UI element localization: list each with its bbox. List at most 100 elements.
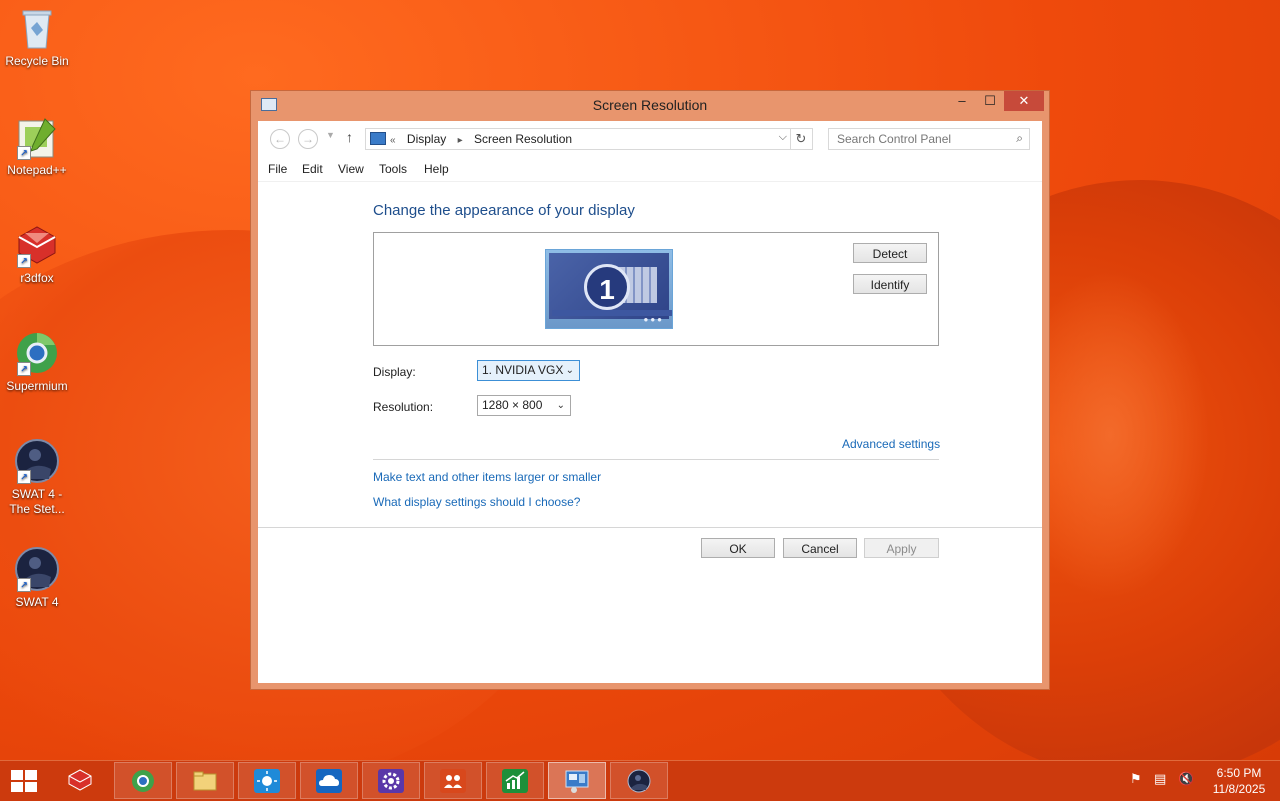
display-settings-help-link[interactable]: What display settings should I choose?	[373, 495, 580, 509]
advanced-settings-link[interactable]: Advanced settings	[842, 437, 940, 451]
supermium-icon: ↗	[15, 331, 59, 376]
taskbar-item-finance[interactable]	[486, 762, 544, 799]
shortcut-arrow-icon: ↗	[17, 362, 31, 376]
address-dropdown-chevron-icon[interactable]: ⌵	[779, 131, 787, 144]
desktop-icon-label: SWAT 4	[15, 595, 59, 609]
search-box[interactable]: ⌕	[828, 128, 1030, 150]
window-client-area: ← → ▼ ↑ « Display ▸ Screen Resolution ⌵ …	[258, 121, 1042, 683]
swat4-icon	[627, 769, 651, 793]
desktop-icon-recycle-bin[interactable]: Recycle Bin	[0, 6, 74, 69]
address-bar[interactable]: « Display ▸ Screen Resolution ⌵	[365, 128, 791, 150]
folder-icon	[193, 771, 217, 791]
finance-chart-icon	[502, 769, 528, 793]
people-icon	[440, 769, 466, 793]
menu-edit[interactable]: Edit	[302, 162, 323, 176]
chevron-down-icon: ⌄	[556, 400, 565, 411]
monitor-number: 1	[584, 264, 630, 310]
supermium-icon	[132, 770, 154, 792]
r3dfox-icon: ↗	[15, 223, 59, 268]
taskbar: ⚑ ▤ 🔇 6:50 PM 11/8/2025	[0, 760, 1280, 801]
start-button[interactable]	[9, 769, 39, 793]
network-icon[interactable]: ▤	[1154, 771, 1166, 787]
taskbar-item-weather[interactable]	[238, 762, 296, 799]
taskbar-item-control-panel[interactable]	[548, 762, 606, 799]
display-settings-icon	[565, 770, 589, 793]
desktop-icon-supermium[interactable]: ↗ Supermium	[0, 331, 74, 394]
main-content: Change the appearance of your display 1 …	[258, 181, 1042, 683]
taskbar-item-r3dfox[interactable]	[52, 762, 110, 799]
desktop-icon-label: Supermium	[6, 379, 68, 393]
menu-file[interactable]: File	[268, 162, 287, 176]
shortcut-arrow-icon: ↗	[17, 470, 31, 484]
screen-resolution-window: Screen Resolution – ☐ ✕ ← → ▼ ↑ « Displa…	[251, 91, 1049, 689]
breadcrumb-separator-icon[interactable]: ▸	[458, 135, 463, 146]
breadcrumb-item-screen-resolution[interactable]: Screen Resolution	[474, 132, 572, 146]
back-icon[interactable]: ←	[270, 129, 290, 149]
system-clock[interactable]: 6:50 PM 11/8/2025	[1206, 765, 1272, 797]
action-center-flag-icon[interactable]: ⚑	[1130, 771, 1142, 787]
display-control-panel-icon	[370, 132, 386, 145]
detect-button[interactable]: Detect	[853, 243, 927, 263]
monitor-1-icon[interactable]: 1 ●●●	[545, 249, 673, 329]
swat4-icon: ↗	[15, 547, 59, 592]
text-size-link[interactable]: Make text and other items larger or smal…	[373, 470, 601, 484]
notepad-plus-plus-icon: ↗	[15, 115, 59, 160]
footer-divider	[258, 527, 1042, 528]
close-button[interactable]: ✕	[1004, 91, 1044, 111]
windows-logo-icon	[11, 770, 23, 780]
onedrive-cloud-icon	[316, 769, 342, 793]
menu-tools[interactable]: Tools	[379, 162, 407, 176]
r3dfox-icon	[68, 769, 92, 791]
page-title: Change the appearance of your display	[373, 202, 635, 219]
cancel-button[interactable]: Cancel	[783, 538, 857, 558]
divider	[373, 459, 939, 460]
desktop-icon-r3dfox[interactable]: ↗ r3dfox	[0, 223, 74, 286]
search-icon[interactable]: ⌕	[1016, 131, 1023, 146]
monitor-preview-area: 1 ●●● Detect Identify	[373, 232, 939, 346]
forward-icon[interactable]: →	[298, 129, 318, 149]
search-input[interactable]	[835, 131, 1009, 147]
clock-time: 6:50 PM	[1216, 766, 1262, 780]
menu-help[interactable]: Help	[424, 162, 449, 176]
weather-sun-icon	[254, 769, 280, 793]
taskbar-item-swat4[interactable]	[610, 762, 668, 799]
breadcrumb-overflow[interactable]: «	[390, 135, 396, 146]
breadcrumb: « Display ▸ Screen Resolution	[390, 132, 580, 146]
clock-date: 11/8/2025	[1212, 782, 1266, 796]
minimize-button[interactable]: –	[948, 91, 976, 111]
taskbar-item-people[interactable]	[424, 762, 482, 799]
window-title: Screen Resolution	[592, 97, 708, 113]
shortcut-arrow-icon: ↗	[17, 146, 31, 160]
recycle-bin-icon	[15, 6, 59, 50]
desktop-icon-label: r3dfox	[20, 271, 54, 285]
shortcut-arrow-icon: ↗	[17, 578, 31, 592]
taskbar-item-settings[interactable]	[362, 762, 420, 799]
taskbar-item-file-explorer[interactable]	[176, 762, 234, 799]
display-select[interactable]: 1. NVIDIA VGX ⌄	[477, 360, 580, 381]
desktop-icon-notepad-plus-plus[interactable]: ↗ Notepad++	[0, 115, 74, 178]
breadcrumb-item-display[interactable]: Display	[407, 132, 446, 146]
navigation-bar: ← → ▼ ↑ « Display ▸ Screen Resolution ⌵ …	[258, 121, 1042, 157]
resolution-select-value: 1280 × 800	[482, 398, 543, 412]
identify-button[interactable]: Identify	[853, 274, 927, 294]
desktop-icon-swat4[interactable]: ↗ SWAT 4	[0, 547, 74, 610]
apply-button[interactable]: Apply	[864, 538, 939, 558]
taskbar-item-onedrive[interactable]	[300, 762, 358, 799]
menu-bar: File Edit View Tools Help	[258, 157, 1042, 181]
desktop-icon-label: Recycle Bin	[5, 54, 69, 68]
volume-muted-icon[interactable]: 🔇	[1178, 771, 1194, 787]
taskbar-item-supermium[interactable]	[114, 762, 172, 799]
resolution-label: Resolution:	[373, 400, 434, 414]
resolution-select[interactable]: 1280 × 800 ⌄	[477, 395, 571, 416]
refresh-icon[interactable]: ↻	[790, 128, 813, 150]
maximize-button[interactable]: ☐	[976, 91, 1004, 111]
shortcut-arrow-icon: ↗	[17, 254, 31, 268]
desktop-icon-swat4-stetchkov[interactable]: ↗ SWAT 4 - The Stet...	[0, 439, 74, 517]
up-arrow-icon[interactable]: ↑	[346, 129, 353, 145]
ok-button[interactable]: OK	[701, 538, 775, 558]
display-label: Display:	[373, 365, 416, 379]
menu-view[interactable]: View	[338, 162, 364, 176]
title-bar[interactable]: Screen Resolution – ☐ ✕	[251, 91, 1049, 119]
recent-locations-chevron-icon[interactable]: ▼	[326, 130, 335, 140]
chevron-down-icon: ⌄	[565, 365, 574, 376]
